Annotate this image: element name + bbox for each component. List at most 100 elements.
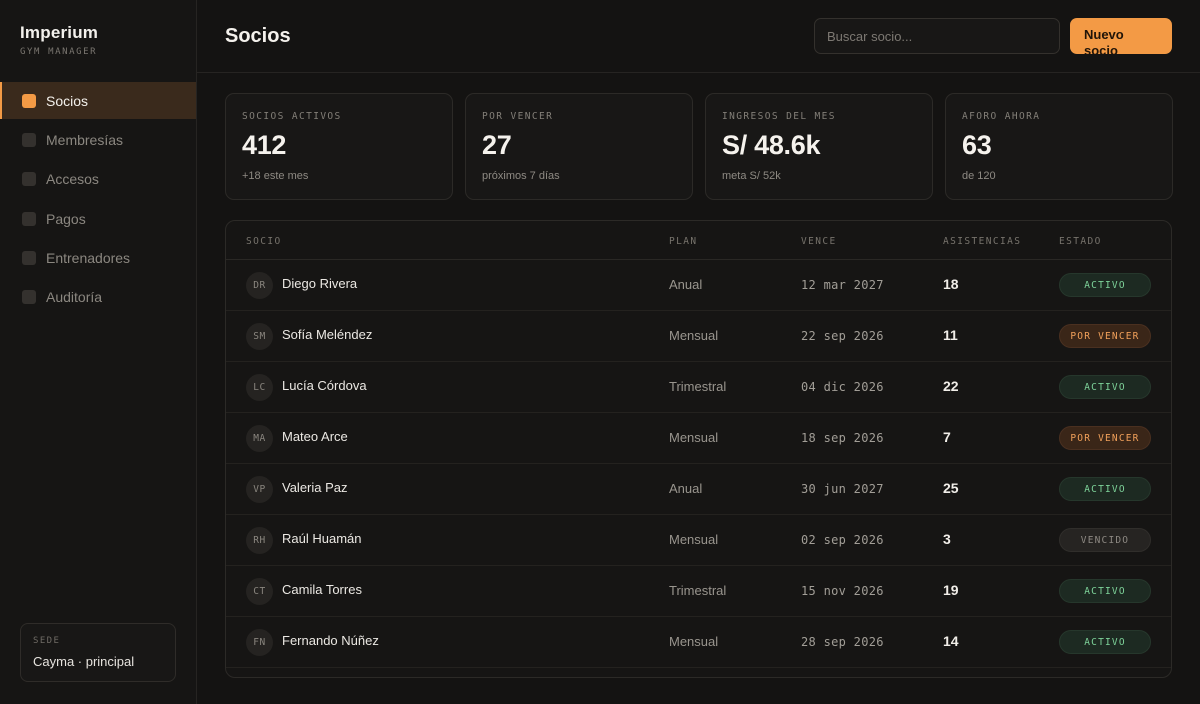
new-member-button[interactable]: Nuevo socio bbox=[1070, 18, 1172, 54]
sidebar-item-entrenadores[interactable]: Entrenadores bbox=[0, 240, 196, 277]
accesos-icon bbox=[22, 172, 36, 187]
entrenadores-icon bbox=[22, 251, 36, 266]
avatar: LC bbox=[246, 374, 273, 401]
sidebar-item-label: Entrenadores bbox=[46, 250, 131, 267]
sidebar-item-label: Pagos bbox=[46, 210, 86, 227]
column-header-plan[interactable]: PLAN bbox=[669, 236, 697, 247]
table-row[interactable]: VP Valeria Paz Anual 30 jun 2027 25 ACTIVO bbox=[226, 464, 1171, 515]
stat-value: S/ 48.6k bbox=[722, 130, 821, 160]
table-body: DR Diego Rivera Anual 12 mar 2027 18 ACTIVO SM… bbox=[226, 260, 1171, 668]
stat-value: 412 bbox=[242, 130, 287, 160]
table-row[interactable]: FN Fernando Núñez Mensual 28 sep 2026 14 ACTI… bbox=[226, 617, 1171, 668]
status-badge: ACTIVO bbox=[1059, 477, 1151, 501]
table-row[interactable]: DR Diego Rivera Anual 12 mar 2027 18 ACTIVO bbox=[226, 260, 1171, 311]
member-name: Diego Rivera bbox=[282, 276, 358, 291]
member-plan: Trimestral bbox=[669, 379, 727, 394]
table-row[interactable]: RH Raúl Huamán Mensual 02 sep 2026 3 VENCIDO bbox=[226, 515, 1171, 566]
member-plan: Anual bbox=[669, 481, 703, 496]
avatar: CT bbox=[246, 578, 273, 605]
sidebar-nav: Socios Membresías Accesos Pagos Entrenad… bbox=[0, 82, 196, 318]
page-title: Socios bbox=[225, 25, 291, 47]
member-expiry: 22 sep 2026 bbox=[801, 329, 884, 343]
sidebar: Imperium GYM MANAGER Socios Membresías A… bbox=[0, 0, 197, 704]
status-badge: ACTIVO bbox=[1059, 630, 1151, 654]
table-row[interactable]: MA Mateo Arce Mensual 18 sep 2026 7 POR VENCE… bbox=[226, 413, 1171, 464]
stat-label: POR VENCER bbox=[482, 111, 554, 122]
sede-label: SEDE bbox=[33, 636, 61, 646]
pagos-icon bbox=[22, 211, 36, 226]
member-name: Lucía Córdova bbox=[282, 378, 367, 393]
sidebar-item-label: Auditoría bbox=[46, 289, 103, 306]
member-expiry: 02 sep 2026 bbox=[801, 533, 884, 547]
socios-icon bbox=[22, 93, 36, 108]
sidebar-item-auditoria[interactable]: Auditoría bbox=[0, 279, 196, 316]
status-badge: ACTIVO bbox=[1059, 375, 1151, 399]
stat-label: SOCIOS ACTIVOS bbox=[242, 111, 342, 122]
brand-name: Imperium bbox=[20, 23, 99, 42]
member-attendance: 7 bbox=[943, 429, 951, 445]
member-attendance: 19 bbox=[943, 582, 959, 598]
member-plan: Anual bbox=[669, 277, 703, 292]
member-plan: Mensual bbox=[669, 328, 719, 343]
table-row[interactable]: CT Camila Torres Trimestral 15 nov 2026 19 AC… bbox=[226, 566, 1171, 617]
stat-card-aforo: AFORO AHORA 63 de 120 bbox=[945, 93, 1173, 200]
stat-card-por-vencer: POR VENCER 27 próximos 7 días bbox=[465, 93, 693, 200]
member-expiry: 30 jun 2027 bbox=[801, 482, 884, 496]
auditoria-icon bbox=[22, 290, 36, 305]
status-badge: ACTIVO bbox=[1059, 579, 1151, 603]
table-row[interactable]: LC Lucía Córdova Trimestral 04 dic 2026 22 AC… bbox=[226, 362, 1171, 413]
member-attendance: 11 bbox=[943, 327, 958, 343]
column-header-estado[interactable]: ESTADO bbox=[1059, 236, 1102, 247]
member-expiry: 18 sep 2026 bbox=[801, 431, 884, 445]
member-name: Valeria Paz bbox=[282, 480, 348, 495]
member-attendance: 25 bbox=[943, 480, 959, 496]
status-badge: ACTIVO bbox=[1059, 273, 1151, 297]
stat-sub: próximos 7 días bbox=[482, 170, 560, 182]
sede-selector[interactable]: SEDE Cayma · principal bbox=[20, 623, 176, 682]
top-header: Socios Nuevo socio bbox=[197, 0, 1200, 73]
member-name: Raúl Huamán bbox=[282, 531, 362, 546]
avatar: FN bbox=[246, 629, 273, 656]
member-attendance: 3 bbox=[943, 531, 951, 547]
member-name: Sofía Meléndez bbox=[282, 327, 373, 342]
sidebar-item-label: Socios bbox=[46, 92, 89, 109]
avatar: VP bbox=[246, 476, 273, 503]
member-name: Camila Torres bbox=[282, 582, 362, 597]
member-plan: Mensual bbox=[669, 532, 719, 547]
stat-value: 27 bbox=[482, 130, 512, 160]
column-header-vence[interactable]: VENCE bbox=[801, 236, 837, 247]
sidebar-item-label: Membresías bbox=[46, 131, 124, 148]
member-attendance: 14 bbox=[943, 633, 959, 649]
avatar: MA bbox=[246, 425, 273, 452]
member-expiry: 12 mar 2027 bbox=[801, 278, 884, 292]
membresias-icon bbox=[22, 132, 36, 147]
status-badge: POR VENCER bbox=[1059, 324, 1151, 348]
member-expiry: 28 sep 2026 bbox=[801, 635, 884, 649]
member-plan: Trimestral bbox=[669, 583, 727, 598]
stat-sub: +18 este mes bbox=[242, 170, 309, 182]
sidebar-item-accesos[interactable]: Accesos bbox=[0, 161, 196, 198]
sidebar-item-membresias[interactable]: Membresías bbox=[0, 121, 196, 158]
table-header: SOCIO PLAN VENCE ASISTENCIAS ESTADO bbox=[226, 221, 1171, 260]
stat-card-ingresos: INGRESOS DEL MES S/ 48.6k meta S/ 52k bbox=[705, 93, 933, 200]
table-row[interactable]: SM Sofía Meléndez Mensual 22 sep 2026 11 POR … bbox=[226, 311, 1171, 362]
column-header-asistencias[interactable]: ASISTENCIAS bbox=[943, 236, 1021, 247]
member-plan: Mensual bbox=[669, 430, 719, 445]
search-input[interactable] bbox=[814, 18, 1060, 54]
member-name: Fernando Núñez bbox=[282, 633, 379, 648]
member-name: Mateo Arce bbox=[282, 429, 348, 444]
avatar: DR bbox=[246, 272, 273, 299]
sede-value: Cayma · principal bbox=[33, 654, 135, 669]
sidebar-item-label: Accesos bbox=[46, 171, 99, 188]
avatar: RH bbox=[246, 527, 273, 554]
sidebar-item-socios[interactable]: Socios bbox=[0, 82, 196, 119]
status-badge: POR VENCER bbox=[1059, 426, 1151, 450]
column-header-socio[interactable]: SOCIO bbox=[246, 236, 282, 247]
sidebar-item-pagos[interactable]: Pagos bbox=[0, 200, 196, 237]
avatar: SM bbox=[246, 323, 273, 350]
stat-value: 63 bbox=[962, 130, 992, 160]
status-badge: VENCIDO bbox=[1059, 528, 1151, 552]
stat-label: INGRESOS DEL MES bbox=[722, 111, 836, 122]
stat-sub: de 120 bbox=[962, 170, 996, 182]
member-attendance: 22 bbox=[943, 378, 959, 394]
